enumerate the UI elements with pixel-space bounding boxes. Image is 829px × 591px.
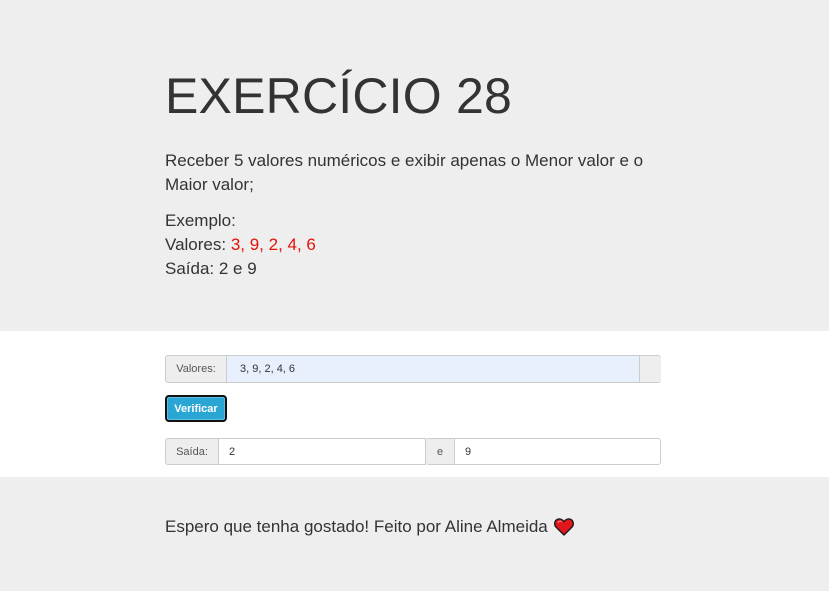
footer-text: Espero que tenha gostado! Feito por Alin… [165, 517, 548, 536]
output-addon: Saída: [165, 438, 218, 465]
example-values-label: Valores: [165, 235, 231, 254]
example-values: 3, 9, 2, 4, 6 [230, 235, 316, 254]
heart-icon [553, 518, 574, 536]
example-block: Exemplo: Valores: 3, 9, 2, 4, 6 Saída: 2… [165, 209, 316, 281]
values-input-group: Valores: 3, 9, 2, 4, 6 [165, 355, 661, 383]
exercise-description: Receber 5 valores numéricos e exibir ape… [165, 151, 644, 194]
output-input-group: Saída: 2 e 9 [165, 438, 661, 465]
values-input[interactable]: 3, 9, 2, 4, 6 [226, 355, 640, 383]
max-output-field[interactable]: 9 [454, 438, 661, 465]
separator-addon: e [426, 438, 454, 465]
example-output: Saída: 2 e 9 [165, 259, 257, 278]
example-values-line: Valores: 3, 9, 2, 4, 6 [165, 233, 316, 257]
values-addon: Valores: [165, 355, 226, 383]
header-section: EXERCÍCIO 28 Receber 5 valores numéricos… [0, 0, 829, 331]
verify-button[interactable]: Verificar [165, 395, 227, 422]
footer-section: Espero que tenha gostado! Feito por Alin… [0, 477, 829, 591]
example-label: Exemplo: [165, 211, 236, 230]
values-addon-end [640, 355, 661, 383]
min-output-field[interactable]: 2 [218, 438, 426, 465]
footer-text-line: Espero que tenha gostado! Feito por Alin… [165, 516, 574, 538]
page-title: EXERCÍCIO 28 [165, 68, 512, 124]
form-section: Valores: 3, 9, 2, 4, 6 Verificar Saída: … [0, 331, 829, 477]
